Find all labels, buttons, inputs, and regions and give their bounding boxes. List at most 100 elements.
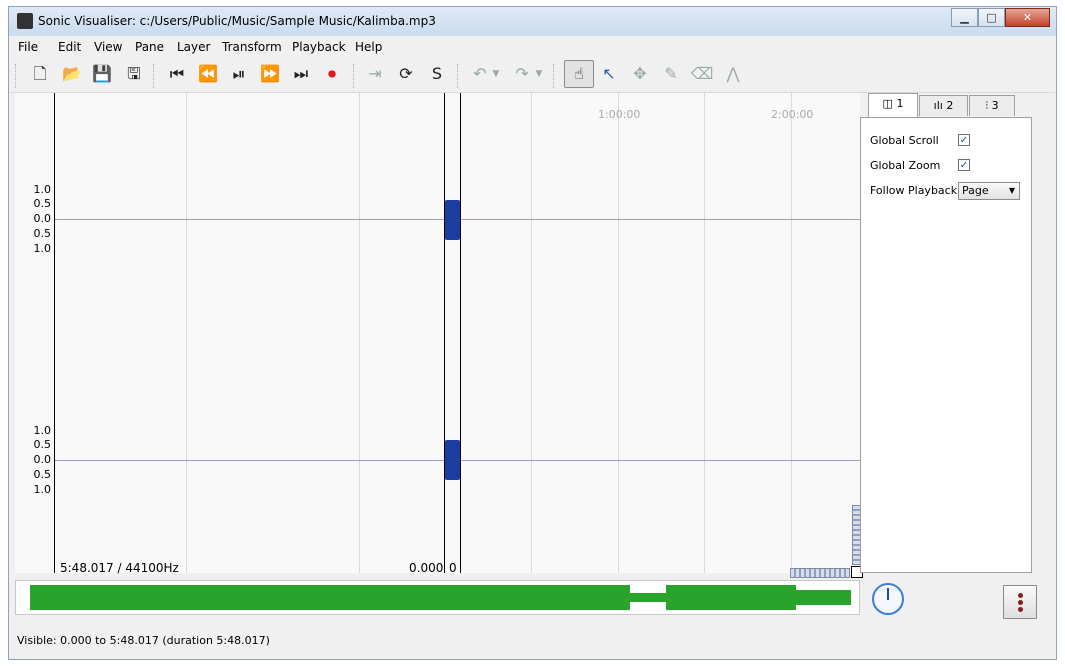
minimize-icon: ▁ <box>960 11 969 24</box>
rewind-icon: ⏪ <box>198 64 218 83</box>
record-icon: ⏺ <box>327 64 336 83</box>
bottom-channel-scale: 1.0 0.5 0.0 0.5 1.0 <box>29 424 55 496</box>
bottom-channel-waveform <box>445 440 460 480</box>
loop-button[interactable]: ⟳ <box>394 62 418 86</box>
scale-axis-line <box>54 93 55 573</box>
menu-layer[interactable]: Layer <box>177 40 210 54</box>
close-button[interactable]: ✕ <box>1005 8 1050 27</box>
select-tool-icon: ↖ <box>602 64 616 83</box>
scale-label: 1.0 <box>33 183 52 196</box>
record-button[interactable]: ⏺ <box>320 62 344 86</box>
global-zoom-checkbox[interactable]: ✓ <box>958 159 970 171</box>
play-pause-icon: ⏯ <box>232 64 246 83</box>
chevron-down-icon: ▼ <box>1008 186 1015 195</box>
menu-view[interactable]: View <box>94 40 122 54</box>
undo-button[interactable]: ↶ <box>468 62 492 86</box>
cursor-time-readout: 0.000 <box>409 561 444 575</box>
menu-transform[interactable]: Transform <box>222 40 282 54</box>
top-channel-scale: 1.0 0.5 0.0 0.5 1.0 <box>29 183 55 255</box>
rewind-start-button[interactable]: ⏮ <box>165 62 189 86</box>
waveform-icon: ⫶ <box>985 99 989 112</box>
menu-playback[interactable]: Playback <box>292 40 346 54</box>
scale-label: 0.5 <box>33 227 52 240</box>
tab-pane[interactable]: ◫ 1 <box>868 93 918 118</box>
overview-waveform <box>30 585 630 610</box>
maximize-button[interactable]: □ <box>978 8 1005 27</box>
cursor-frame-readout: 0 <box>449 561 457 575</box>
select-tool-button[interactable]: ↖ <box>597 62 621 86</box>
meter-dot <box>1018 607 1023 612</box>
close-icon: ✕ <box>1022 11 1033 24</box>
menu-bar: File Edit View Pane Layer Transform Play… <box>10 36 1055 57</box>
time-marker: 1:00:00 <box>598 108 641 121</box>
solo-icon: S <box>431 64 443 83</box>
open-folder-icon: 📂 <box>62 64 82 83</box>
tab-label: 2 <box>946 99 954 112</box>
measure-tool-icon: ⋀ <box>726 64 740 83</box>
save-as-icon: 🖫 <box>127 64 141 83</box>
tab-layer-3[interactable]: ⫶ 3 <box>969 95 1015 116</box>
forward-end-icon: ⏭ <box>293 64 309 83</box>
new-button[interactable]: 🗋 <box>28 62 52 86</box>
spectrum-icon: ılı <box>933 99 943 112</box>
menu-file[interactable]: File <box>18 40 38 54</box>
draw-tool-button[interactable]: ✎ <box>659 62 683 86</box>
rewind-button[interactable]: ⏪ <box>196 62 220 86</box>
menu-edit[interactable]: Edit <box>58 40 81 54</box>
overview-pane[interactable] <box>15 580 860 615</box>
follow-playback-select[interactable]: Page ▼ <box>958 182 1020 200</box>
fast-forward-button[interactable]: ⏩ <box>258 62 282 86</box>
tab-layer-2[interactable]: ılı 2 <box>919 95 968 116</box>
redo-button[interactable]: ↷ <box>510 62 534 86</box>
erase-tool-button[interactable]: ⌫ <box>690 62 714 86</box>
menu-help[interactable]: Help <box>355 40 382 54</box>
play-pause-button[interactable]: ⏯ <box>227 62 251 86</box>
erase-tool-icon: ⌫ <box>690 64 714 83</box>
redo-dropdown[interactable]: ▼ <box>533 62 545 86</box>
window-title: Sonic Visualiser: c:/Users/Public/Music/… <box>38 14 436 28</box>
new-file-icon: 🗋 <box>33 64 47 83</box>
checkmark-icon: ✓ <box>959 135 969 146</box>
overview-waveform <box>630 593 666 602</box>
property-panel: ◫ 1 ılı 2 ⫶ 3 Global Scroll ✓ Global Zoo… <box>860 93 1032 573</box>
scale-label: 1.0 <box>33 483 52 496</box>
playback-speed-dial[interactable] <box>872 583 904 615</box>
play-selection-button[interactable]: ⇥ <box>363 62 387 86</box>
forward-end-button[interactable]: ⏭ <box>289 62 313 86</box>
menu-pane[interactable]: Pane <box>135 40 164 54</box>
solo-button[interactable]: S <box>425 62 449 86</box>
undo-icon: ↶ <box>473 64 487 83</box>
chevron-down-icon: ▼ <box>535 69 543 79</box>
open-button[interactable]: 📂 <box>60 62 84 86</box>
overview-waveform <box>796 590 851 605</box>
global-scroll-checkbox[interactable]: ✓ <box>958 134 970 146</box>
fast-forward-icon: ⏩ <box>260 64 280 83</box>
chevron-down-icon: ▼ <box>492 69 500 79</box>
app-logo-icon <box>17 13 33 29</box>
pane-properties: Global Scroll ✓ Global Zoom ✓ Follow Pla… <box>860 117 1032 573</box>
playhead-line <box>444 93 445 573</box>
scale-label: 0.5 <box>33 468 52 481</box>
waveform-pane[interactable]: 1:00:00 2:00:00 1.0 0.5 0.0 0.5 1.0 1.0 … <box>15 93 860 575</box>
toolbar: 🗋 📂 💾 🖫 ⏮ ⏪ ⏯ ⏩ ⏭ ⏺ ⇥ ⟳ S ↶ ▼ ↷ ▼ ☝ ↖ ✥ … <box>10 58 1055 93</box>
horizontal-zoom-wheel[interactable] <box>790 568 850 578</box>
save-button[interactable]: 💾 <box>90 62 114 86</box>
scale-label: 0.5 <box>33 438 52 451</box>
save-as-button[interactable]: 🖫 <box>122 62 146 86</box>
scale-label: 1.0 <box>33 242 52 255</box>
move-tool-icon: ✥ <box>633 64 647 83</box>
checkmark-icon: ✓ <box>959 160 969 171</box>
measure-tool-button[interactable]: ⋀ <box>721 62 745 86</box>
tab-label: 1 <box>896 97 904 110</box>
scale-label: 0.0 <box>33 453 52 466</box>
undo-dropdown[interactable]: ▼ <box>490 62 502 86</box>
play-selection-icon: ⇥ <box>368 64 382 83</box>
select-value: Page <box>962 184 989 197</box>
meter-dot <box>1018 593 1023 598</box>
minimize-button[interactable]: ▁ <box>951 8 978 27</box>
navigate-tool-button[interactable]: ☝ <box>564 60 594 88</box>
save-icon: 💾 <box>92 64 112 83</box>
level-meter-button[interactable] <box>1003 585 1037 619</box>
scale-label: 0.0 <box>33 212 52 225</box>
move-tool-button[interactable]: ✥ <box>628 62 652 86</box>
